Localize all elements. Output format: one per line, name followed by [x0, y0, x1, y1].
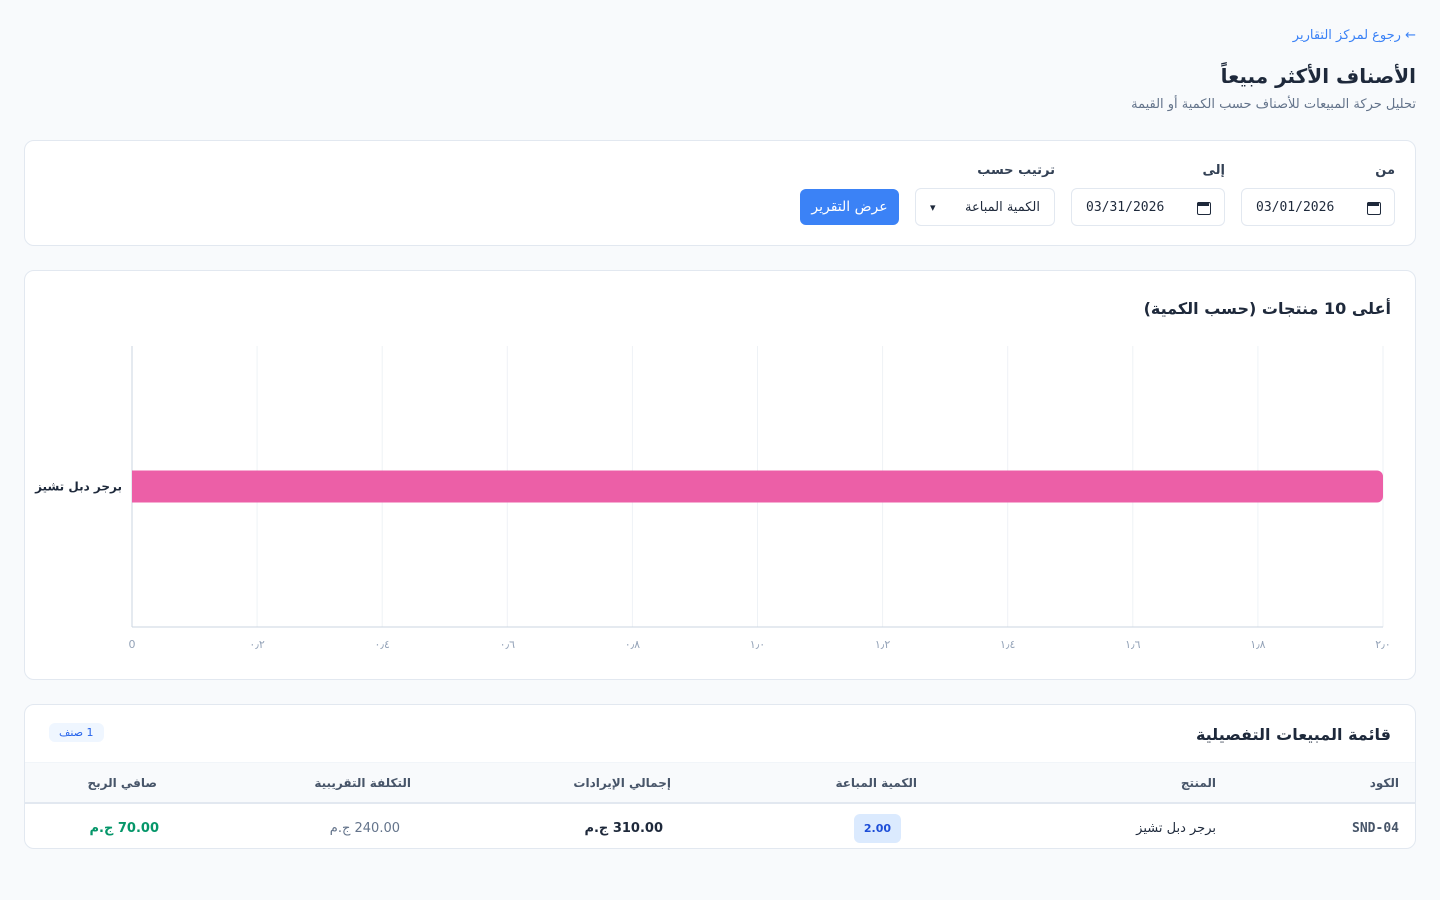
th-profit: صافي الربح — [87, 775, 157, 790]
x-tick-label: ٠٫٨ — [625, 638, 640, 651]
x-tick-label: ٢٫٠ — [1375, 638, 1390, 651]
to-label: إلى — [1202, 163, 1226, 178]
chart-card: أعلى 10 منتجات (حسب الكمية) 0 ٠٫٢ ٠٫٤ ٠٫٦ ٠٫… — [24, 270, 1416, 680]
x-tick-label: ٠٫٤ — [375, 638, 390, 651]
row-revenue: 310.00 ج.م — [584, 820, 663, 836]
chevron-down-icon: ▾ — [930, 200, 936, 214]
x-tick-label: ١٫٤ — [1000, 638, 1015, 651]
sort-select-value: الكمية المباعة — [965, 199, 1040, 215]
row-product: برجر دبل تشيز — [1136, 820, 1216, 836]
show-report-button[interactable]: عرض التقرير — [800, 189, 899, 225]
row-code: SND-04 — [1352, 820, 1399, 836]
filters-card: من 03/01/2026 إلى 03/31/2026 ترتيب حسب ا… — [24, 140, 1416, 246]
th-cost: التكلفة التقريبية — [314, 775, 411, 790]
x-tick-label: 0 — [129, 638, 136, 651]
x-tick-label: ١٫٠ — [750, 638, 765, 651]
sales-table-card: قائمة المبيعات التفصيلية 1 صنف الكود الم… — [24, 704, 1416, 849]
to-date-value: 03/31/2026 — [1086, 199, 1165, 215]
table-row[interactable]: SND-04 برجر دبل تشيز 2.00 310.00 ج.م 240… — [25, 806, 1415, 848]
count-badge: 1 صنف — [49, 723, 104, 742]
page-subtitle: تحليل حركة المبيعات للأصناف حسب الكمية أ… — [1131, 97, 1416, 112]
from-date-value: 03/01/2026 — [1256, 199, 1335, 215]
back-to-reports-link[interactable]: ← رجوع لمركز التقارير — [1293, 28, 1416, 43]
bar — [132, 470, 1383, 503]
sort-select[interactable]: الكمية المباعة ▾ — [915, 188, 1055, 226]
to-date-input[interactable]: 03/31/2026 — [1071, 188, 1225, 226]
table-header: الكود المنتج الكمية المباعة إجمالي الإير… — [25, 762, 1415, 804]
x-tick-label: ٠٫٢ — [249, 638, 264, 651]
bar-chart: 0 ٠٫٢ ٠٫٤ ٠٫٦ ٠٫٨ ١٫٠ ١٫٢ ١٫٤ ١٫٦ ١٫٨ ٢٫٠ برجر دبل … — [34, 346, 1391, 651]
qty-badge: 2.00 — [853, 813, 901, 843]
calendar-icon[interactable] — [1366, 200, 1381, 215]
from-date-input[interactable]: 03/01/2026 — [1241, 188, 1395, 226]
x-tick-label: ٠٫٦ — [500, 638, 515, 651]
table-title: قائمة المبيعات التفصيلية — [1195, 725, 1391, 744]
row-cost: 240.00 ج.م — [329, 820, 400, 836]
page-title: الأصناف الأكثر مبيعاً — [1220, 64, 1416, 88]
th-qty: الكمية المباعة — [835, 775, 917, 790]
sort-label: ترتيب حسب — [977, 163, 1055, 178]
th-code: الكود — [1369, 775, 1399, 790]
x-tick-label: ١٫٨ — [1250, 638, 1265, 651]
row-qty-cell: 2.00 — [853, 806, 901, 848]
x-tick-label: ١٫٦ — [1125, 638, 1140, 651]
x-tick-label: ١٫٢ — [875, 638, 890, 651]
calendar-icon[interactable] — [1196, 200, 1211, 215]
row-profit: 70.00 ج.م — [89, 820, 160, 836]
th-product: المنتج — [1180, 775, 1216, 790]
from-label: من — [1375, 163, 1395, 178]
th-revenue: إجمالي الإيرادات — [573, 775, 671, 790]
category-label: برجر دبل تشيز — [34, 480, 122, 494]
